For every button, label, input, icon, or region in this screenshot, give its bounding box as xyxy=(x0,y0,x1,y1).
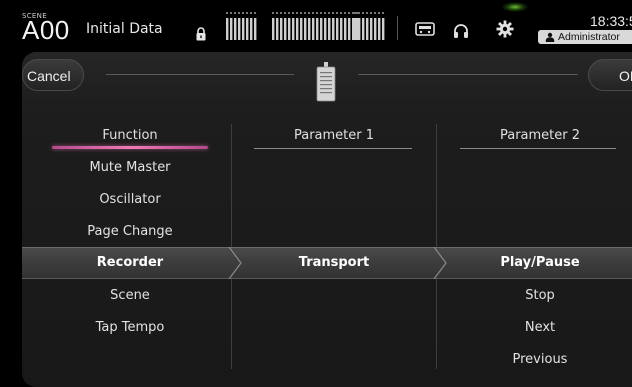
status-bar: SCENE A00 Initial Data 18:33:5 xyxy=(0,0,632,46)
user-badge[interactable]: Administrator xyxy=(538,30,632,44)
chevron-right-icon xyxy=(228,247,242,279)
cancel-button[interactable]: Cancel xyxy=(22,59,84,91)
gear-icon[interactable] xyxy=(496,20,514,38)
list-item-scene[interactable]: Scene xyxy=(52,288,208,303)
parameter2-column-header: Parameter 2 xyxy=(499,128,581,143)
list-item-previous[interactable]: Previous xyxy=(460,352,620,367)
parameter1-column-header: Parameter 1 xyxy=(293,128,375,143)
user-icon xyxy=(545,32,555,42)
divider xyxy=(460,148,616,149)
ok-button[interactable]: OK xyxy=(588,59,632,91)
function-column-header: Function xyxy=(102,128,158,143)
user-defined-key-panel: Cancel OK Function Parameter 1 Parameter… xyxy=(22,52,632,387)
divider xyxy=(397,16,398,40)
list-item-play-pause[interactable]: Play/Pause xyxy=(460,255,620,270)
list-item-recorder[interactable]: Recorder xyxy=(52,255,208,270)
function-column-active-indicator xyxy=(52,146,208,149)
clock: 18:33:5 xyxy=(590,13,632,29)
list-item-next[interactable]: Next xyxy=(460,320,620,335)
status-led xyxy=(502,2,528,12)
divider xyxy=(106,74,294,75)
scene-name[interactable]: Initial Data xyxy=(86,21,163,37)
panel-handle-icon xyxy=(316,62,336,102)
divider xyxy=(254,148,412,149)
list-item-mute-master[interactable]: Mute Master xyxy=(52,160,208,175)
scene-number[interactable]: A00 xyxy=(22,16,70,44)
list-item-oscillator[interactable]: Oscillator xyxy=(52,192,208,207)
list-item-page-change[interactable]: Page Change xyxy=(52,224,208,239)
list-item-stop[interactable]: Stop xyxy=(460,288,620,303)
user-name: Administrator xyxy=(558,31,620,43)
level-meter-icon[interactable] xyxy=(226,12,386,42)
headphones-icon[interactable] xyxy=(453,23,469,39)
list-item-tap-tempo[interactable]: Tap Tempo xyxy=(52,320,208,335)
lock-icon[interactable] xyxy=(195,27,207,41)
divider xyxy=(358,74,578,75)
list-item-transport[interactable]: Transport xyxy=(254,255,414,270)
chevron-right-icon xyxy=(433,247,447,279)
recorder-icon[interactable] xyxy=(415,22,435,36)
